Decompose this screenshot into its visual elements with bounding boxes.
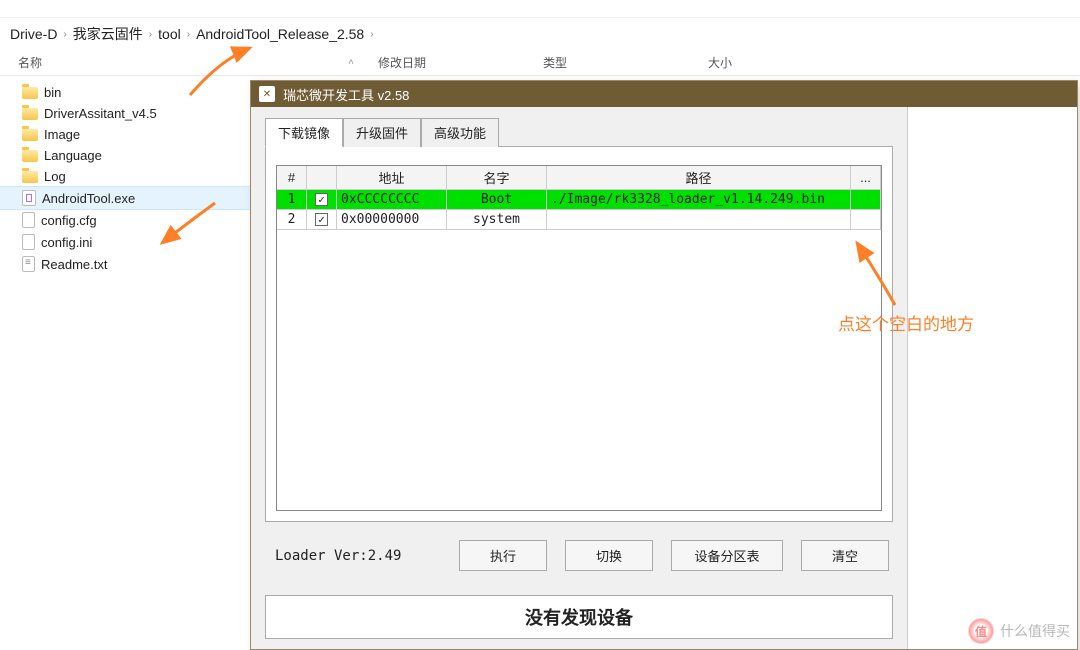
list-item[interactable]: Readme.txt bbox=[0, 253, 250, 275]
loader-version: Loader Ver:2.49 bbox=[269, 548, 401, 564]
list-item[interactable]: bin bbox=[0, 82, 250, 103]
tab-download-image[interactable]: 下载镜像 bbox=[265, 118, 343, 147]
column-modified[interactable]: 修改日期 bbox=[370, 50, 535, 75]
grid-row[interactable]: 2 ✓ 0x00000000 system bbox=[277, 210, 881, 230]
partition-table-button[interactable]: 设备分区表 bbox=[671, 540, 783, 571]
col-num[interactable]: # bbox=[277, 166, 307, 190]
grid-empty-area[interactable] bbox=[277, 230, 881, 510]
col-path[interactable]: 路径 bbox=[547, 166, 851, 190]
android-tool-window: ✕ 瑞芯微开发工具 v2.58 下载镜像 升级固件 高级功能 # 地址 名字 路… bbox=[250, 80, 1078, 650]
text-file-icon bbox=[22, 256, 35, 272]
app-icon: ✕ bbox=[259, 86, 275, 102]
column-size[interactable]: 大小 bbox=[700, 50, 865, 75]
list-item[interactable]: Log bbox=[0, 166, 250, 187]
folder-icon bbox=[22, 171, 38, 183]
list-item[interactable]: Image bbox=[0, 124, 250, 145]
folder-icon bbox=[22, 87, 38, 99]
breadcrumb[interactable]: Drive-D › 我家云固件 › tool › AndroidTool_Rel… bbox=[0, 18, 1080, 50]
file-list[interactable]: bin DriverAssitant_v4.5 Image Language L… bbox=[0, 76, 250, 281]
chevron-right-icon: › bbox=[370, 29, 373, 40]
watermark: 值 什么值得买 bbox=[968, 618, 1070, 644]
tabs: 下载镜像 升级固件 高级功能 bbox=[265, 117, 893, 146]
chevron-right-icon: › bbox=[187, 29, 190, 40]
breadcrumb-item[interactable]: AndroidTool_Release_2.58 bbox=[196, 26, 364, 42]
tab-upgrade-firmware[interactable]: 升级固件 bbox=[343, 118, 421, 147]
explorer-toolbar bbox=[0, 0, 1080, 18]
tab-panel: # 地址 名字 路径 ... 1 ✓ 0xCCCCCCCC Boot ./Ima… bbox=[265, 146, 893, 522]
path-empty-cell[interactable] bbox=[547, 210, 851, 230]
switch-button[interactable]: 切换 bbox=[565, 540, 653, 571]
list-item[interactable]: config.cfg bbox=[0, 209, 250, 231]
list-item[interactable]: DriverAssitant_v4.5 bbox=[0, 103, 250, 124]
chevron-right-icon: › bbox=[149, 29, 152, 40]
checkbox-icon[interactable]: ✓ bbox=[315, 213, 328, 226]
watermark-badge-icon: 值 bbox=[968, 618, 994, 644]
watermark-text: 什么值得买 bbox=[1000, 621, 1070, 641]
col-name[interactable]: 名字 bbox=[447, 166, 547, 190]
bottom-controls: Loader Ver:2.49 执行 切换 设备分区表 清空 bbox=[265, 522, 893, 581]
file-icon bbox=[22, 234, 35, 250]
clear-button[interactable]: 清空 bbox=[801, 540, 889, 571]
sort-indicator-icon: ˄ bbox=[348, 57, 354, 68]
grid-row[interactable]: 1 ✓ 0xCCCCCCCC Boot ./Image/rk3328_loade… bbox=[277, 190, 881, 210]
folder-icon bbox=[22, 129, 38, 141]
log-panel bbox=[907, 107, 1077, 649]
folder-icon bbox=[22, 150, 38, 162]
col-check[interactable] bbox=[307, 166, 337, 190]
chevron-right-icon: › bbox=[63, 29, 66, 40]
list-item[interactable]: Language bbox=[0, 145, 250, 166]
grid-header[interactable]: # 地址 名字 路径 ... bbox=[277, 166, 881, 190]
col-extra[interactable]: ... bbox=[851, 166, 881, 190]
run-button[interactable]: 执行 bbox=[459, 540, 547, 571]
window-title: 瑞芯微开发工具 v2.58 bbox=[283, 85, 409, 104]
breadcrumb-item[interactable]: tool bbox=[158, 26, 181, 42]
breadcrumb-item[interactable]: Drive-D bbox=[10, 26, 57, 42]
column-type[interactable]: 类型 bbox=[535, 50, 700, 75]
col-address[interactable]: 地址 bbox=[337, 166, 447, 190]
partition-grid[interactable]: # 地址 名字 路径 ... 1 ✓ 0xCCCCCCCC Boot ./Ima… bbox=[276, 165, 882, 511]
breadcrumb-item[interactable]: 我家云固件 bbox=[73, 24, 143, 44]
checkbox-icon[interactable]: ✓ bbox=[315, 193, 328, 206]
titlebar[interactable]: ✕ 瑞芯微开发工具 v2.58 bbox=[251, 81, 1077, 107]
folder-icon bbox=[22, 108, 38, 120]
file-icon bbox=[22, 212, 35, 228]
tab-advanced[interactable]: 高级功能 bbox=[421, 118, 499, 147]
list-item[interactable]: AndroidTool.exe bbox=[0, 187, 250, 209]
status-bar: 没有发现设备 bbox=[265, 595, 893, 639]
column-headers[interactable]: 名称 ˄ 修改日期 类型 大小 bbox=[0, 50, 1080, 76]
column-name[interactable]: 名称 ˄ bbox=[10, 50, 370, 75]
list-item[interactable]: config.ini bbox=[0, 231, 250, 253]
exe-icon bbox=[22, 190, 36, 206]
